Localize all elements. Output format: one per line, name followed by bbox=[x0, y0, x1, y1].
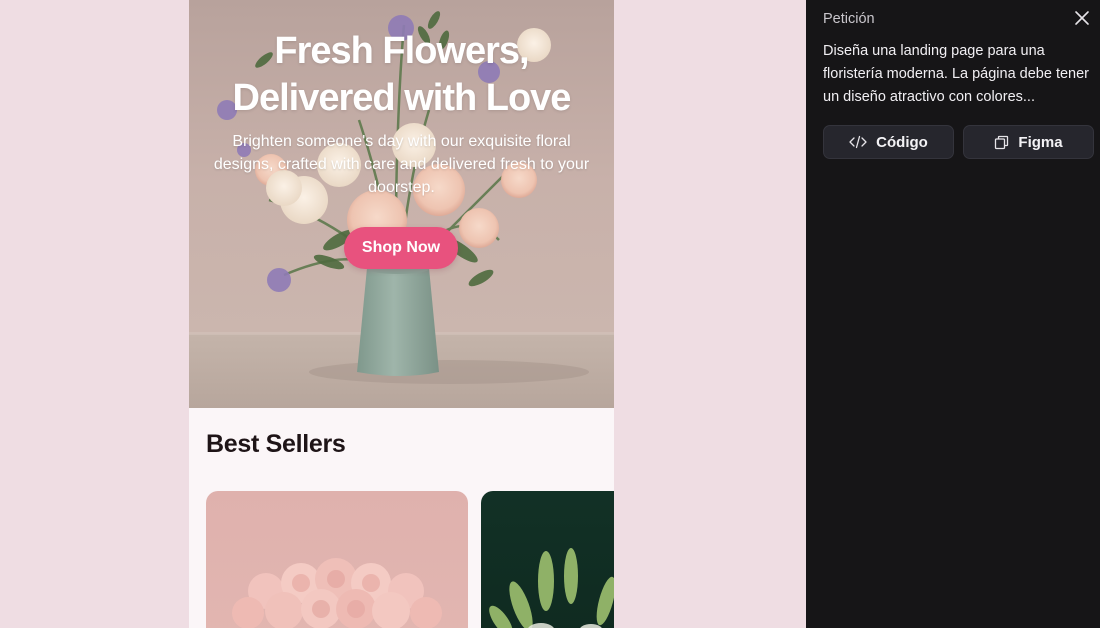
figma-button[interactable]: Figma bbox=[963, 125, 1094, 159]
hero-title: Fresh Flowers, Delivered with Love bbox=[189, 28, 614, 122]
figma-button-label: Figma bbox=[1018, 133, 1063, 151]
code-button-label: Código bbox=[876, 133, 928, 151]
request-prompt-text: Diseña una landing page para una florist… bbox=[823, 43, 1090, 105]
hero-title-line-2: Delivered with Love bbox=[232, 77, 572, 119]
product-card-roses[interactable] bbox=[206, 491, 468, 628]
product-card-lilies[interactable] bbox=[481, 491, 614, 628]
hero-subtitle: Brighten someone's day with our exquisit… bbox=[213, 133, 590, 196]
landing-preview: Fresh Flowers, Delivered with Love Brigh… bbox=[189, 0, 614, 628]
close-button[interactable] bbox=[1072, 8, 1092, 28]
panel-title: Petición bbox=[823, 11, 875, 27]
shop-now-button[interactable]: Shop Now bbox=[344, 227, 458, 269]
hero-section: Fresh Flowers, Delivered with Love Brigh… bbox=[189, 0, 614, 408]
code-button[interactable]: Código bbox=[823, 125, 954, 159]
close-icon bbox=[1075, 11, 1089, 25]
lilies-image bbox=[489, 548, 614, 628]
request-panel: Petición Diseña una landing page para un… bbox=[806, 0, 1100, 628]
copy-icon bbox=[994, 135, 1009, 150]
code-icon bbox=[849, 135, 867, 149]
roses-bouquet-image bbox=[232, 558, 442, 628]
hero-title-line-1: Fresh Flowers, bbox=[274, 30, 529, 72]
best-sellers-heading: Best Sellers bbox=[206, 430, 346, 458]
